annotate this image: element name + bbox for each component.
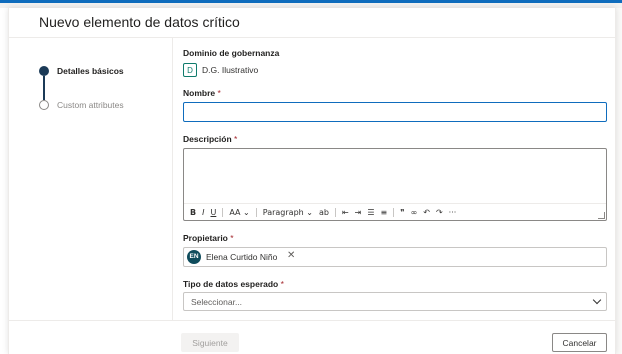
more-options-icon[interactable]: ··· [449,208,457,217]
font-size-button[interactable]: AA ⌄ [229,208,249,217]
domain-icon: D [183,63,197,77]
name-label: Nombre * [183,88,221,98]
owner-picker[interactable]: EN Elena Curtido Niño ✕ [183,247,607,267]
italic-button[interactable]: I [202,208,204,217]
underline-button[interactable]: U [210,208,216,217]
domain-label: Dominio de gobernanza [183,48,280,58]
description-editor[interactable]: B I U AA ⌄ Paragraph ⌄ ab ⇤ ⇥ ☰ ≡ ❞ ∞ ↶ … [183,148,607,221]
description-label: Descripción * [183,134,238,144]
owner-label: Propietario * [183,233,234,243]
quote-icon[interactable]: ❞ [400,208,404,217]
undo-icon[interactable]: ↶ [423,208,430,217]
name-input[interactable] [183,102,607,122]
spellcheck-icon[interactable]: ab [319,208,329,217]
owner-name: Elena Curtido Niño [206,252,278,262]
paragraph-dropdown[interactable]: Paragraph ⌄ [263,208,313,217]
domain-value: D.G. Ilustrativo [202,65,259,75]
step-custom-attributes[interactable]: Custom attributes [57,100,124,110]
outdent-icon[interactable]: ⇤ [342,208,349,217]
cancel-button[interactable]: Cancelar [552,333,607,352]
required-mark: * [217,88,221,98]
header-divider [9,37,615,38]
link-icon[interactable]: ∞ [411,208,418,217]
footer-divider [9,320,615,321]
remove-owner-icon[interactable]: ✕ [287,250,295,261]
indent-icon[interactable]: ⇥ [355,208,362,217]
rich-text-toolbar: B I U AA ⌄ Paragraph ⌄ ab ⇤ ⇥ ☰ ≡ ❞ ∞ ↶ … [184,203,606,220]
required-mark: * [280,279,284,289]
steps-divider [172,38,173,320]
create-panel: Nuevo elemento de datos crítico Detalles… [8,8,616,354]
chevron-down-icon [592,295,602,305]
avatar: EN [187,250,201,264]
datatype-placeholder: Seleccionar... [191,297,243,307]
top-accent-bar [0,0,622,3]
required-mark: * [230,233,234,243]
next-button[interactable]: Siguiente [181,333,239,352]
step-indicator-active [39,66,49,76]
bold-button[interactable]: B [190,208,196,217]
redo-icon[interactable]: ↷ [436,208,443,217]
required-mark: * [234,134,238,144]
bullet-list-icon[interactable]: ☰ [367,208,374,217]
step-connector [43,76,45,100]
datatype-label: Tipo de datos esperado * [183,279,284,289]
step-indicator [39,100,49,110]
panel-title: Nuevo elemento de datos crítico [39,14,240,30]
resize-handle-icon[interactable] [598,212,605,219]
step-basic-details[interactable]: Detalles básicos [57,66,124,76]
numbered-list-icon[interactable]: ≡ [381,208,388,217]
datatype-select[interactable]: Seleccionar... [183,292,607,311]
